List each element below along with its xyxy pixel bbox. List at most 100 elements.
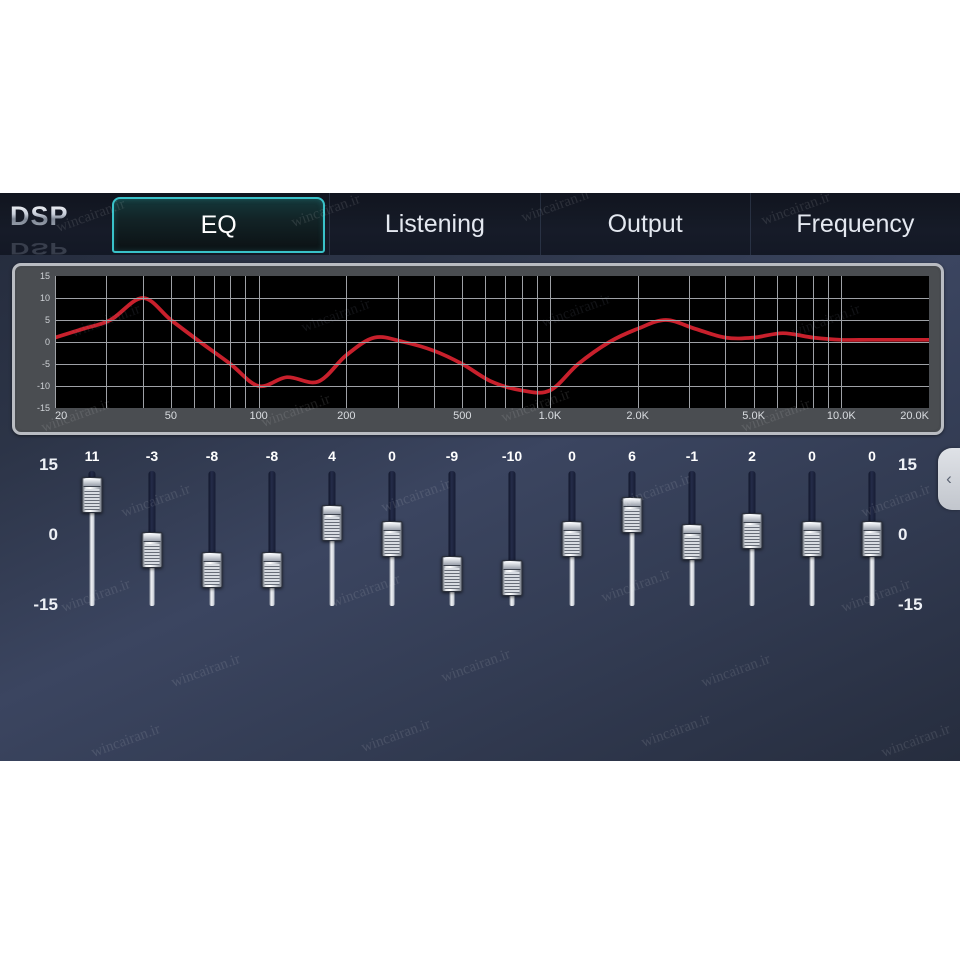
- tab-output[interactable]: Output: [539, 193, 750, 255]
- graph-y-tick: -15: [36, 403, 50, 413]
- chevron-left-icon[interactable]: ‹: [938, 448, 960, 510]
- graph-gridline-v: [504, 276, 506, 408]
- eq-band-slider[interactable]: [602, 471, 662, 606]
- tab-eq[interactable]: EQ: [112, 197, 326, 253]
- slider-thumb-cap: [323, 506, 341, 515]
- slider-thumb[interactable]: [621, 496, 643, 533]
- eq-band-slider[interactable]: [62, 471, 122, 606]
- graph-y-tick: -10: [36, 381, 50, 391]
- slider-thumb-cap: [443, 558, 461, 567]
- graph-x-tick: 20.0K: [900, 410, 929, 422]
- graph-gridline-v: [434, 276, 436, 408]
- slider-thumb-cap: [83, 478, 101, 487]
- tab-frequency[interactable]: Frequency: [749, 193, 960, 255]
- graph-y-tick: -5: [41, 359, 50, 369]
- eq-band-slider[interactable]: [182, 471, 242, 606]
- slider-thumb[interactable]: [681, 524, 703, 561]
- graph-gridline-v: [841, 276, 843, 408]
- slider-thumb[interactable]: [321, 504, 343, 541]
- graph-x-tick: 100: [249, 410, 268, 422]
- graph-gridline-v: [549, 276, 551, 408]
- slider-thumb-cap: [143, 534, 161, 543]
- slider-thumb-cap: [203, 554, 221, 563]
- graph-gridline-v: [213, 276, 215, 408]
- slider-thumb-cap: [623, 498, 641, 507]
- gain-value: -10: [501, 448, 523, 464]
- eq-band-slider[interactable]: [782, 471, 842, 606]
- dsp-logo-text: DSP: [10, 201, 69, 231]
- slider-row: [62, 471, 902, 606]
- slider-thumb[interactable]: [741, 512, 763, 549]
- slider-thumb-cap: [263, 554, 281, 563]
- slider-thumb-grip: [504, 572, 520, 594]
- eq-band-slider[interactable]: [662, 471, 722, 606]
- watermark: wincairan.ir: [169, 651, 243, 691]
- graph-gridline-v: [796, 276, 798, 408]
- slider-thumb[interactable]: [81, 476, 103, 513]
- graph-gridline-v: [142, 276, 144, 408]
- dsp-equalizer-app: DSP DSP EQ Listening Output Frequency 15…: [0, 193, 960, 761]
- graph-gridline-v: [462, 276, 464, 408]
- graph-x-tick: 500: [453, 410, 472, 422]
- graph-y-tick: 15: [39, 271, 50, 281]
- dsp-logo-reflection: DSP: [10, 239, 69, 259]
- tab-bar: DSP DSP EQ Listening Output Frequency: [0, 193, 960, 259]
- graph-gridline-h: [55, 320, 929, 321]
- scale-left-max: 15: [39, 455, 58, 474]
- watermark: wincairan.ir: [89, 721, 163, 761]
- tab-eq-label: EQ: [200, 210, 237, 239]
- graph-gridline-v: [485, 276, 487, 408]
- graph-gridline-v: [230, 276, 232, 408]
- graph-x-axis-labels: 20 50 100 200 500 1.0K 2.0K 5.0K 10.0K 20.0K: [55, 410, 929, 428]
- slider-thumb[interactable]: [141, 532, 163, 569]
- slider-thumb[interactable]: [801, 520, 823, 557]
- tab-listening[interactable]: Listening: [329, 193, 539, 255]
- watermark: wincairan.ir: [699, 651, 773, 691]
- eq-band-slider[interactable]: [122, 471, 182, 606]
- graph-gridline-h: [55, 342, 929, 343]
- gain-value: 0: [568, 448, 576, 464]
- eq-band-slider[interactable]: [542, 471, 602, 606]
- graph-gridline-v: [245, 276, 247, 408]
- eq-band-slider[interactable]: [422, 471, 482, 606]
- watermark: wincairan.ir: [439, 646, 513, 686]
- graph-x-tick: 50: [164, 410, 178, 422]
- graph-plot-area: [55, 276, 929, 408]
- eq-band-slider[interactable]: [242, 471, 302, 606]
- graph-x-tick: 200: [337, 410, 356, 422]
- slider-thumb[interactable]: [501, 560, 523, 597]
- slider-thumb[interactable]: [381, 520, 403, 557]
- eq-band-slider[interactable]: [842, 471, 902, 606]
- eq-band-slider[interactable]: [302, 471, 362, 606]
- collapse-glyph: ‹: [946, 469, 952, 488]
- graph-gridline-v: [688, 276, 690, 408]
- graph-gridline-v: [258, 276, 260, 408]
- tab-list: EQ Listening Output Frequency: [108, 193, 960, 255]
- gain-value: -3: [145, 448, 159, 464]
- gain-value: -1: [685, 448, 699, 464]
- graph-gridline-v: [170, 276, 172, 408]
- slider-thumb[interactable]: [561, 520, 583, 557]
- graph-x-tick: 10.0K: [826, 410, 856, 422]
- eq-band-slider[interactable]: [482, 471, 542, 606]
- slider-thumb-cap: [743, 514, 761, 523]
- slider-thumb-grip: [684, 536, 700, 558]
- slider-thumb-grip: [624, 508, 640, 530]
- eq-band-slider[interactable]: [722, 471, 782, 606]
- slider-thumb[interactable]: [861, 520, 883, 557]
- slider-thumb-grip: [744, 524, 760, 546]
- slider-thumb-grip: [564, 532, 580, 554]
- scale-left-min: -15: [33, 595, 58, 614]
- slider-thumb-grip: [144, 544, 160, 566]
- eq-response-graph[interactable]: 15 10 5 0 -5 -10 -15 20 50 100 200 500 1.0K 2.0K 5.0K…: [12, 263, 944, 435]
- graph-gridline-v: [813, 276, 815, 408]
- slider-thumb[interactable]: [201, 552, 223, 589]
- gain-value: 2: [748, 448, 756, 464]
- graph-gridline-h: [55, 386, 929, 387]
- graph-y-tick: 10: [39, 293, 50, 303]
- slider-thumb-grip: [324, 516, 340, 538]
- slider-thumb[interactable]: [441, 556, 463, 593]
- graph-gridline-v: [753, 276, 755, 408]
- slider-thumb[interactable]: [261, 552, 283, 589]
- eq-band-slider[interactable]: [362, 471, 422, 606]
